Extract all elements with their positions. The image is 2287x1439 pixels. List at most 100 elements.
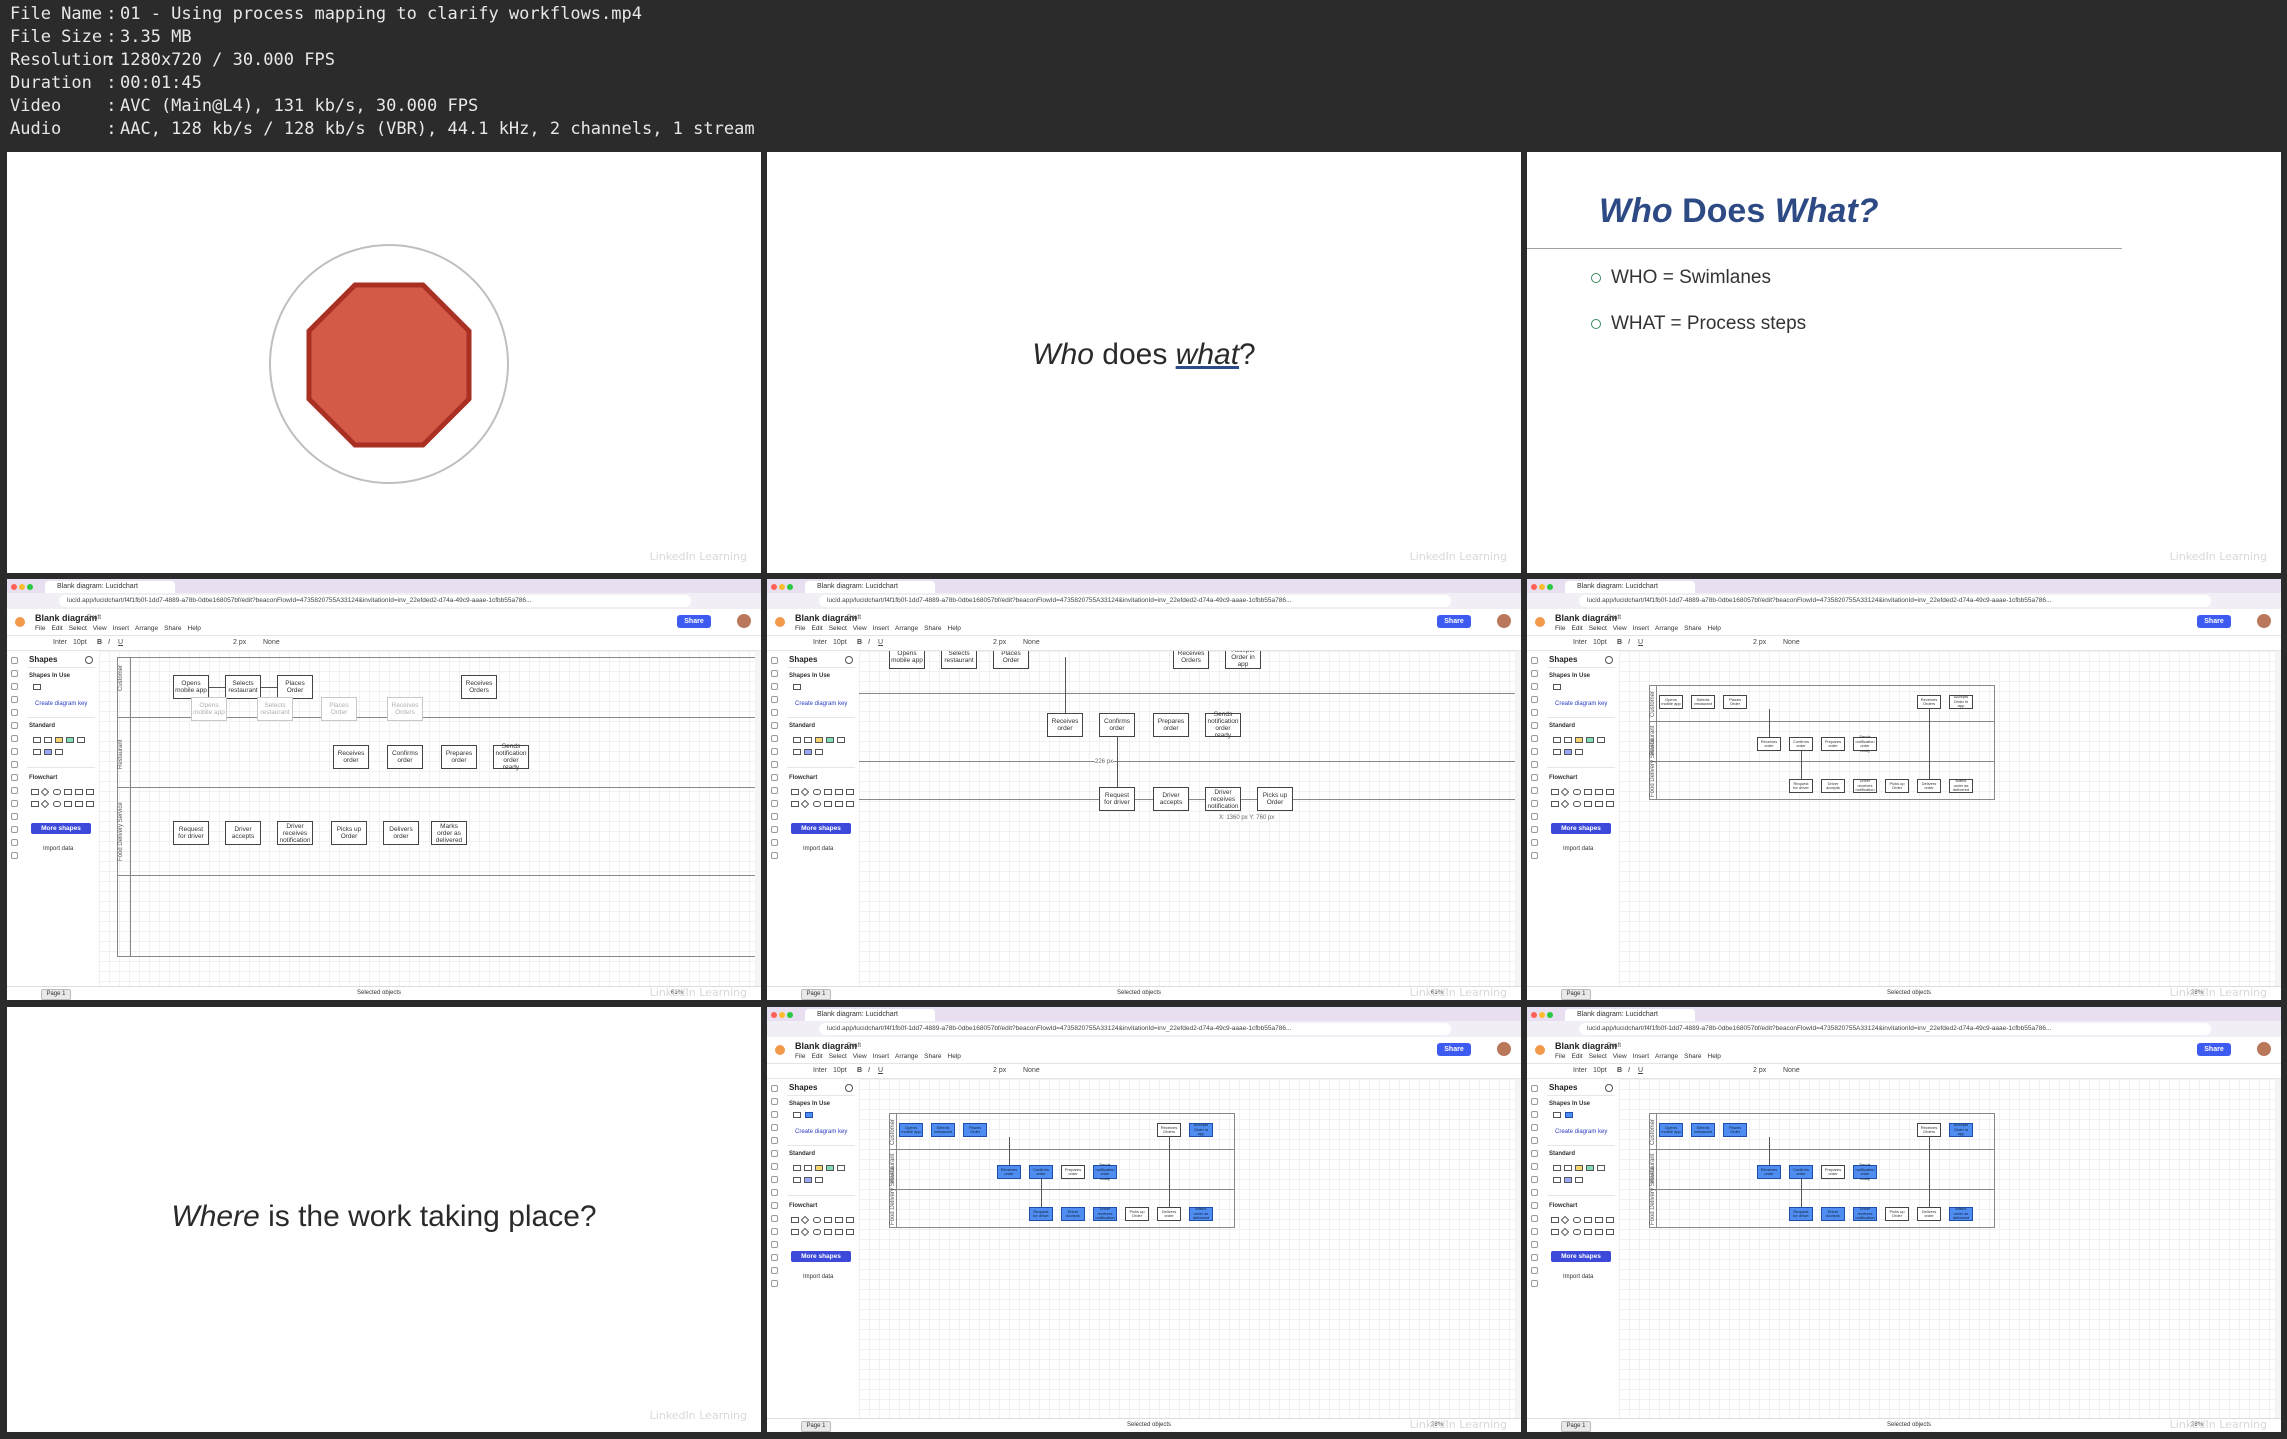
flowchart-shape[interactable]	[813, 789, 821, 795]
arrow-none-select[interactable]: None	[1023, 1067, 1040, 1074]
tool-icon[interactable]	[771, 1189, 778, 1196]
tool-icon[interactable]	[1531, 722, 1538, 729]
shape-in-use-rect[interactable]	[1553, 684, 1561, 690]
tool-icon[interactable]	[11, 683, 18, 690]
flowchart-shape[interactable]	[1573, 1229, 1581, 1235]
standard-shape[interactable]	[1575, 749, 1583, 755]
flowchart-shape[interactable]	[835, 1229, 843, 1235]
process-step-box[interactable]: Driver accepts	[225, 821, 261, 845]
process-step-box[interactable]: Driver accepts	[1153, 787, 1189, 811]
arrow-none-select[interactable]: None	[1023, 639, 1040, 646]
process-step-box[interactable]: Selects restaurant	[225, 675, 261, 699]
page-tab[interactable]: Page 1	[801, 989, 831, 1000]
standard-shape[interactable]	[1553, 749, 1561, 755]
process-step-box[interactable]: Accepts Order in app	[1225, 651, 1261, 669]
create-diagram-key-link[interactable]: Create diagram key	[795, 701, 847, 707]
flowchart-shape[interactable]	[813, 801, 821, 807]
flowchart-shape[interactable]	[64, 789, 72, 795]
process-step-box[interactable]: Accepts Order in app	[1949, 1123, 1973, 1137]
flowchart-shape[interactable]	[1560, 787, 1570, 797]
underline-button[interactable]: U	[878, 1067, 883, 1074]
menu-item[interactable]: Arrange	[135, 625, 158, 632]
process-step-box[interactable]: Places Order	[993, 651, 1029, 669]
standard-shape[interactable]	[1575, 1177, 1583, 1183]
process-step-box[interactable]: Receives Orders	[1173, 651, 1209, 669]
menu-item[interactable]: Select	[1589, 625, 1607, 632]
flowchart-shape[interactable]	[791, 1229, 799, 1235]
process-step-box[interactable]: Confirms order	[1029, 1165, 1053, 1179]
flowchart-shape[interactable]	[835, 789, 843, 795]
process-step-box[interactable]: Selects restaurant	[1691, 695, 1715, 709]
tool-icon[interactable]	[1531, 1085, 1538, 1092]
process-step-box[interactable]: Sends notification order ready	[493, 743, 529, 771]
menu-item[interactable]: Select	[69, 625, 87, 632]
standard-shape[interactable]	[826, 1165, 834, 1171]
flowchart-shape[interactable]	[1595, 1229, 1603, 1235]
tool-icon[interactable]	[11, 735, 18, 742]
menu-item[interactable]: Share	[1684, 1053, 1701, 1060]
diagram-canvas[interactable]: Customer Restaurant Food Delivery Service O…	[859, 1079, 1515, 1418]
flowchart-shape[interactable]	[53, 789, 61, 795]
standard-shape[interactable]	[1597, 1165, 1605, 1171]
menu-item[interactable]: Edit	[1571, 1053, 1582, 1060]
flowchart-shape[interactable]	[86, 801, 94, 807]
font-select[interactable]: Inter	[813, 1067, 827, 1074]
menu-item[interactable]: View	[1613, 625, 1627, 632]
lucid-logo-icon[interactable]	[775, 617, 785, 627]
standard-shape[interactable]	[55, 737, 63, 743]
process-step-box[interactable]: Confirms order	[387, 745, 423, 769]
tool-icon[interactable]	[11, 709, 18, 716]
tool-icon[interactable]	[1531, 1176, 1538, 1183]
flowchart-shape[interactable]	[75, 789, 83, 795]
flowchart-shape[interactable]	[31, 789, 39, 795]
shape-in-use-rect[interactable]	[33, 684, 41, 690]
tool-icon[interactable]	[1531, 1280, 1538, 1287]
process-step-box[interactable]: Opens mobile app	[191, 697, 227, 721]
tool-icon[interactable]	[1531, 787, 1538, 794]
menu-item[interactable]: Select	[829, 625, 847, 632]
process-step-box[interactable]: Places Order	[277, 675, 313, 699]
shape-in-use-rect[interactable]	[793, 1112, 801, 1118]
menu-item[interactable]: Select	[829, 1053, 847, 1060]
menu-item[interactable]: Insert	[113, 625, 129, 632]
flowchart-shape[interactable]	[1560, 1215, 1570, 1225]
flowchart-shape[interactable]	[1560, 1227, 1570, 1237]
browser-tab[interactable]: Blank diagram: Lucidchart	[805, 1009, 935, 1021]
bold-button[interactable]: B	[1617, 639, 1622, 646]
process-step-box[interactable]: Prepares order	[441, 745, 477, 769]
search-icon[interactable]	[845, 1084, 853, 1092]
window-control-dot[interactable]	[1531, 584, 1537, 590]
standard-shape[interactable]	[793, 749, 801, 755]
flowchart-shape[interactable]	[1551, 789, 1559, 795]
more-shapes-button[interactable]: More shapes	[791, 1251, 851, 1262]
tool-icon[interactable]	[11, 657, 18, 664]
standard-shape[interactable]	[44, 737, 52, 743]
tool-icon[interactable]	[1531, 761, 1538, 768]
more-shapes-button[interactable]: More shapes	[31, 823, 91, 834]
process-step-box[interactable]: Opens mobile app	[1659, 1123, 1683, 1137]
user-avatar[interactable]	[2257, 1042, 2271, 1056]
process-step-box[interactable]: Receives Orders	[461, 675, 497, 699]
process-step-box[interactable]: Marks order as delivered	[1189, 1207, 1213, 1221]
menu-item[interactable]: File	[35, 625, 45, 632]
flowchart-shape[interactable]	[1584, 789, 1592, 795]
flowchart-shape[interactable]	[86, 789, 94, 795]
standard-shape[interactable]	[815, 1165, 823, 1171]
process-step-box[interactable]: Selects restaurant	[257, 697, 293, 721]
arrow-none-select[interactable]: None	[1783, 639, 1800, 646]
flowchart-shape[interactable]	[40, 799, 50, 809]
flowchart-shape[interactable]	[1606, 1229, 1614, 1235]
tool-icon[interactable]	[771, 1241, 778, 1248]
flowchart-shape[interactable]	[800, 799, 810, 809]
tool-icon[interactable]	[771, 1280, 778, 1287]
standard-shape[interactable]	[1586, 737, 1594, 743]
flowchart-shape[interactable]	[1584, 801, 1592, 807]
share-button[interactable]: Share	[2197, 615, 2231, 628]
flowchart-shape[interactable]	[1595, 789, 1603, 795]
tool-icon[interactable]	[1531, 1098, 1538, 1105]
menu-item[interactable]: File	[795, 1053, 805, 1060]
tool-icon[interactable]	[771, 1150, 778, 1157]
menu-item[interactable]: Help	[1708, 625, 1721, 632]
lucid-logo-icon[interactable]	[1535, 1045, 1545, 1055]
address-bar[interactable]: lucid.app/lucidchart/f4f1fb0f-1dd7-4889-…	[819, 1023, 1451, 1035]
